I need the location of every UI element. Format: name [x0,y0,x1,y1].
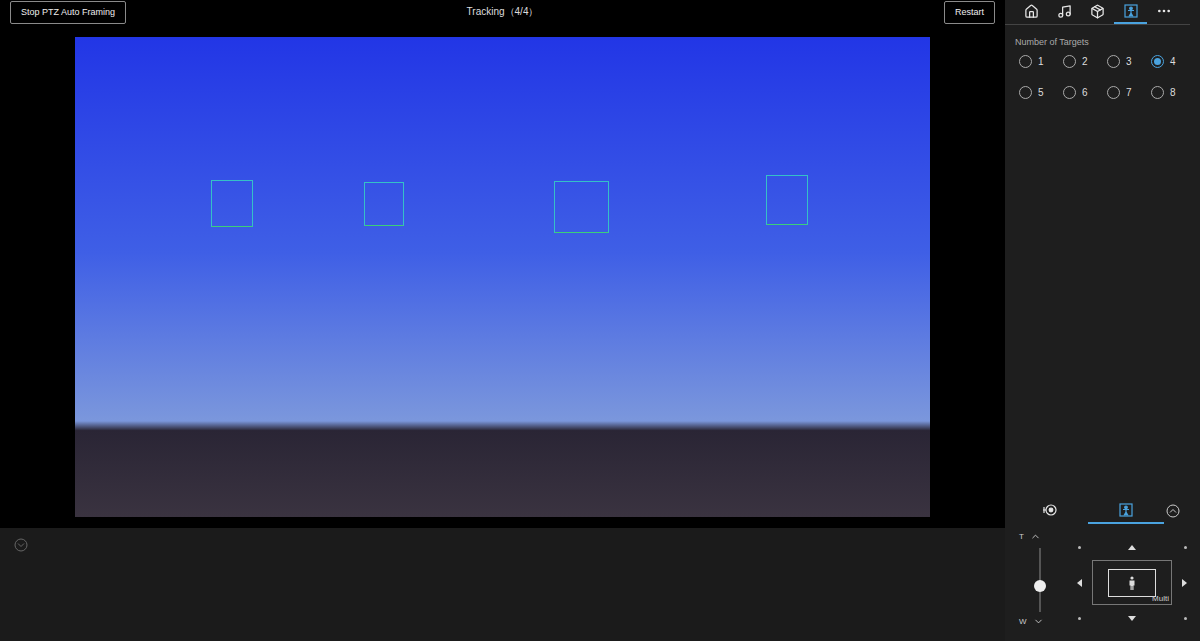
radio-circle[interactable] [1151,86,1164,99]
top-tab[interactable] [1015,0,1048,24]
top-tab[interactable] [1114,0,1147,24]
person-icon [1128,576,1136,590]
targets-label: Number of Targets [1005,25,1200,55]
stop-button[interactable]: Stop PTZ Auto Framing [10,1,126,24]
bottom-tab[interactable] [1012,498,1088,524]
face-box [211,180,253,227]
restart-button[interactable]: Restart [944,1,995,24]
box-icon [1090,4,1105,19]
side-panel: Number of Targets12345678TWMulti [1005,0,1200,641]
radio-circle[interactable] [1063,86,1076,99]
person-frame-icon [1124,4,1138,18]
framing-preview[interactable]: Multi [1092,560,1172,605]
toolbar: Stop PTZ Auto Framing Tracking（4/4） Restar… [0,0,1005,24]
top-tab[interactable] [1048,0,1081,24]
right-arrow-icon[interactable] [1180,578,1190,588]
left-arrow-icon[interactable] [1074,578,1084,588]
more-icon [1156,3,1172,19]
face-box [766,175,808,225]
top-tabs [1005,0,1190,25]
tracking-status: Tracking（4/4） [467,5,539,19]
ptz-controls: TWMulti [1005,523,1200,641]
target-radio[interactable]: 4 [1151,55,1195,68]
target-radio[interactable]: 1 [1019,55,1063,68]
face-box [554,181,609,233]
target-radio[interactable]: 7 [1107,86,1151,99]
radio-circle[interactable] [1151,55,1164,68]
app: Stop PTZ Auto Framing Tracking（4/4） Restar… [0,0,1200,641]
home-icon [1024,4,1039,19]
bottom-tabs [1005,499,1200,523]
radio-circle[interactable] [1019,86,1032,99]
top-tab[interactable] [1147,0,1180,24]
focus-target-icon [1043,503,1057,517]
wide-label: W [1019,617,1027,626]
collapse-icon[interactable] [1166,504,1180,518]
zoom-out-icon[interactable] [1033,616,1044,627]
zoom-knob[interactable] [1034,580,1046,592]
radio-circle[interactable] [1107,55,1120,68]
top-tab[interactable] [1081,0,1114,24]
radio-circle[interactable] [1107,86,1120,99]
bottom-strip [0,528,1005,641]
framing-label: Multi [1152,594,1169,603]
main-area: Stop PTZ Auto Framing Tracking（4/4） Restar… [0,0,1005,641]
face-box [364,182,404,226]
expand-icon[interactable] [14,538,28,552]
tele-label: T [1019,532,1024,541]
zoom-control: TW [1019,531,1053,627]
bottom-tab[interactable] [1088,498,1164,524]
target-radio[interactable]: 2 [1063,55,1107,68]
person-frame-icon [1119,503,1133,517]
targets-radio-group: 1234 5678 [1005,55,1200,99]
video-area [0,24,1005,528]
target-radio[interactable]: 3 [1107,55,1151,68]
radio-circle[interactable] [1063,55,1076,68]
music-icon [1057,4,1072,19]
zoom-in-icon[interactable] [1030,531,1041,542]
zoom-slider[interactable] [1034,548,1046,612]
down-arrow-icon[interactable] [1127,613,1137,623]
radio-circle[interactable] [1019,55,1032,68]
up-arrow-icon[interactable] [1127,542,1137,552]
direction-pad: Multi [1073,541,1191,627]
video-frame [75,37,930,517]
target-radio[interactable]: 6 [1063,86,1107,99]
target-radio[interactable]: 8 [1151,86,1195,99]
target-radio[interactable]: 5 [1019,86,1063,99]
